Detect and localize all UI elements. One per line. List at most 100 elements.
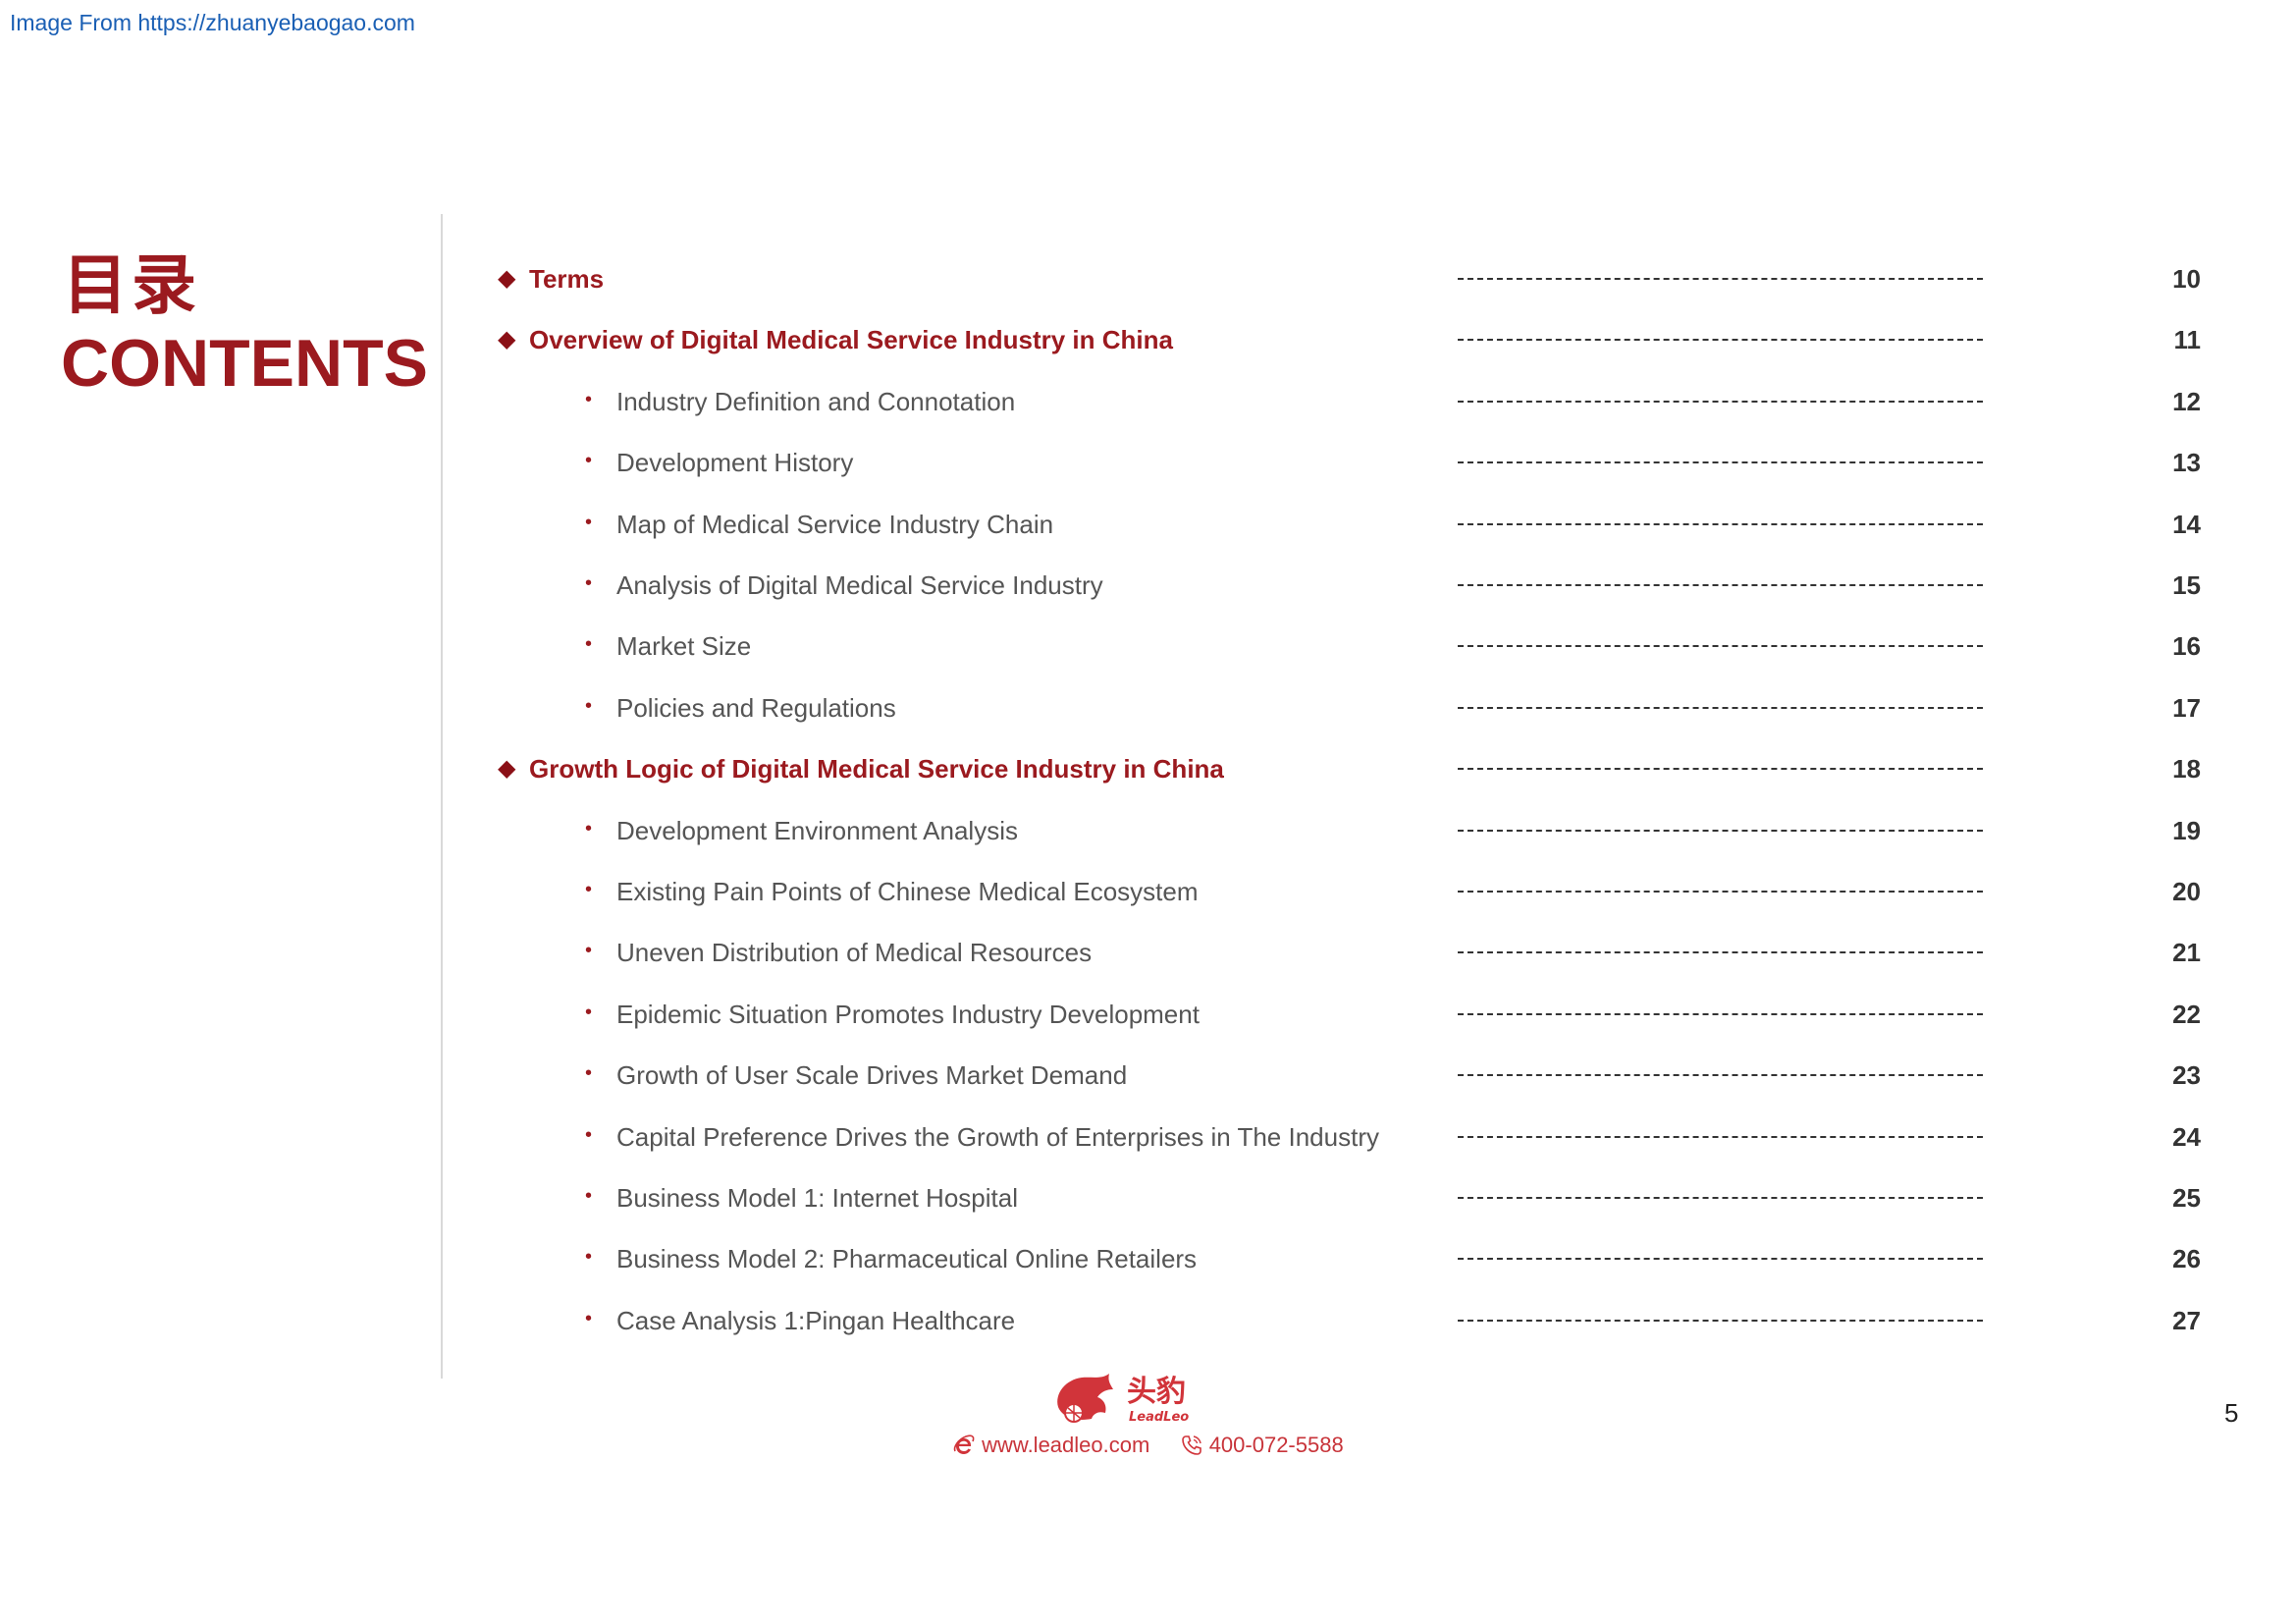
toc-item[interactable]: • Growth of User Scale Drives Market Dema… [0,1056,2296,1095]
toc-leader-dashes [1458,584,1983,586]
dot-bullet-icon: • [585,817,593,839]
toc-leader-dashes [1458,339,1983,342]
logo-text-zh: 头豹 [1127,1375,1186,1409]
phone-icon [1181,1435,1201,1455]
dot-bullet-icon: • [585,1001,593,1023]
toc-page-number: 14 [2172,509,2201,539]
dot-bullet-icon: • [585,1062,593,1085]
toc-page-number: 18 [2172,754,2201,785]
toc-item[interactable]: • Policies and Regulations 17 [0,688,2296,728]
toc-section[interactable]: ◆ Terms 10 [0,259,2296,298]
toc-item[interactable]: • Epidemic Situation Promotes Industry De… [0,995,2296,1034]
toc-item[interactable]: • Business Model 2: Pharmaceutical Online… [0,1239,2296,1278]
toc-label: Map of Medical Service Industry Chain [616,509,1054,539]
toc-leader-dashes [1458,951,1983,954]
toc-page-number: 10 [2172,264,2201,294]
toc-leader-dashes [1458,1074,1983,1077]
toc-label: Capital Preference Drives the Growth of … [616,1121,1379,1152]
dot-bullet-icon: • [585,572,593,594]
toc-page-number: 11 [2173,325,2202,355]
leopard-head-icon [1057,1374,1113,1423]
toc-item[interactable]: • Business Model 1: Internet Hospital 25 [0,1178,2296,1218]
toc-leader-dashes [1458,278,1983,280]
dot-bullet-icon: • [585,388,593,410]
toc-item[interactable]: • Development Environment Analysis 19 [0,811,2296,850]
toc-page-number: 26 [2172,1244,2201,1274]
diamond-bullet-icon: ◆ [498,326,516,353]
toc-page-number: 16 [2172,631,2201,662]
toc-leader-dashes [1458,768,1983,771]
toc-item[interactable]: • Existing Pain Points of Chinese Medical… [0,872,2296,911]
toc-label: Terms [529,264,605,294]
toc-page-number: 13 [2172,448,2201,478]
toc-leader-dashes [1458,522,1983,525]
toc-section[interactable]: ◆ Growth Logic of Digital Medical Service… [0,749,2296,788]
toc-label: Business Model 2: Pharmaceutical Online … [616,1244,1198,1274]
toc-page-number: 22 [2172,999,2201,1029]
toc-label: Development Environment Analysis [616,815,1018,845]
toc-label: Development History [616,448,854,478]
dot-bullet-icon: • [585,1185,593,1207]
toc-item[interactable]: • Market Size 16 [0,626,2296,666]
dot-bullet-icon: • [585,940,593,962]
dot-bullet-icon: • [585,450,593,472]
toc-label: Existing Pain Points of Chinese Medical … [616,877,1199,906]
website-link[interactable]: www.leadleo.com [982,1433,1149,1457]
toc-page-number: 27 [2172,1305,2201,1335]
toc-item[interactable]: • Development History 13 [0,443,2296,482]
toc-page-number: 17 [2172,692,2201,723]
toc-page-number: 24 [2172,1121,2201,1152]
toc-label: Uneven Distribution of Medical Resources [616,938,1093,968]
toc-leader-dashes [1458,1258,1983,1261]
toc-leader-dashes [1458,1012,1983,1015]
toc-label: Business Model 1: Internet Hospital [616,1183,1018,1213]
toc-leader-dashes [1458,829,1983,832]
toc-page-number: 25 [2172,1183,2201,1213]
toc-leader-dashes [1458,461,1983,464]
toc-section[interactable]: ◆ Overview of Digital Medical Service Ind… [0,320,2296,359]
toc-leader-dashes [1458,706,1983,709]
phone-number[interactable]: 400-072-5588 [1209,1433,1344,1457]
dot-bullet-icon: • [585,511,593,533]
dot-bullet-icon: • [585,1123,593,1146]
slide-number: 5 [2224,1398,2239,1428]
diamond-bullet-icon: ◆ [498,265,516,292]
ie-e-icon [953,1435,975,1455]
toc-label: Analysis of Digital Medical Service Indu… [616,570,1103,600]
toc-item[interactable]: • Uneven Distribution of Medical Resource… [0,933,2296,972]
toc-item[interactable]: • Case Analysis 1:Pingan Healthcare 27 [0,1301,2296,1340]
toc-label: Case Analysis 1:Pingan Healthcare [616,1305,1016,1335]
toc-page-number: 20 [2172,877,2201,906]
toc-label: Growth of User Scale Drives Market Deman… [616,1060,1128,1091]
toc-page-number: 23 [2172,1060,2201,1091]
dot-bullet-icon: • [585,633,593,656]
toc-leader-dashes [1458,1197,1983,1199]
footer-contact: www.leadleo.com 400-072-5588 [952,1432,1344,1461]
toc-leader-dashes [1458,400,1983,403]
toc-item[interactable]: • Capital Preference Drives the Growth of… [0,1117,2296,1157]
toc-label: Overview of Digital Medical Service Indu… [529,325,1173,355]
leadleo-logo: 头豹 LeadLeo [1057,1374,1189,1425]
toc-page-number: 21 [2172,938,2201,968]
toc-page-number: 19 [2172,815,2201,845]
toc-label: Policies and Regulations [616,692,896,723]
toc-page-number: 12 [2172,386,2201,416]
toc-leader-dashes [1458,891,1983,893]
toc-leader-dashes [1458,645,1983,648]
toc-item[interactable]: • Analysis of Digital Medical Service Ind… [0,566,2296,605]
dot-bullet-icon: • [585,1246,593,1269]
toc-item[interactable]: • Map of Medical Service Industry Chain 14 [0,505,2296,544]
dot-bullet-icon: • [585,879,593,900]
toc-label: Growth Logic of Digital Medical Service … [529,754,1224,785]
dot-bullet-icon: • [585,694,593,717]
dot-bullet-icon: • [585,1307,593,1329]
toc-label: Market Size [616,631,752,662]
logo-text-en: LeadLeo [1129,1410,1189,1425]
diamond-bullet-icon: ◆ [498,755,516,783]
toc-item[interactable]: • Industry Definition and Connotation 12 [0,382,2296,421]
toc-label: Epidemic Situation Promotes Industry Dev… [616,999,1200,1029]
toc-leader-dashes [1458,1319,1983,1322]
toc-page-number: 15 [2172,570,2201,600]
toc-leader-dashes [1458,1135,1983,1138]
toc-label: Industry Definition and Connotation [616,386,1016,416]
